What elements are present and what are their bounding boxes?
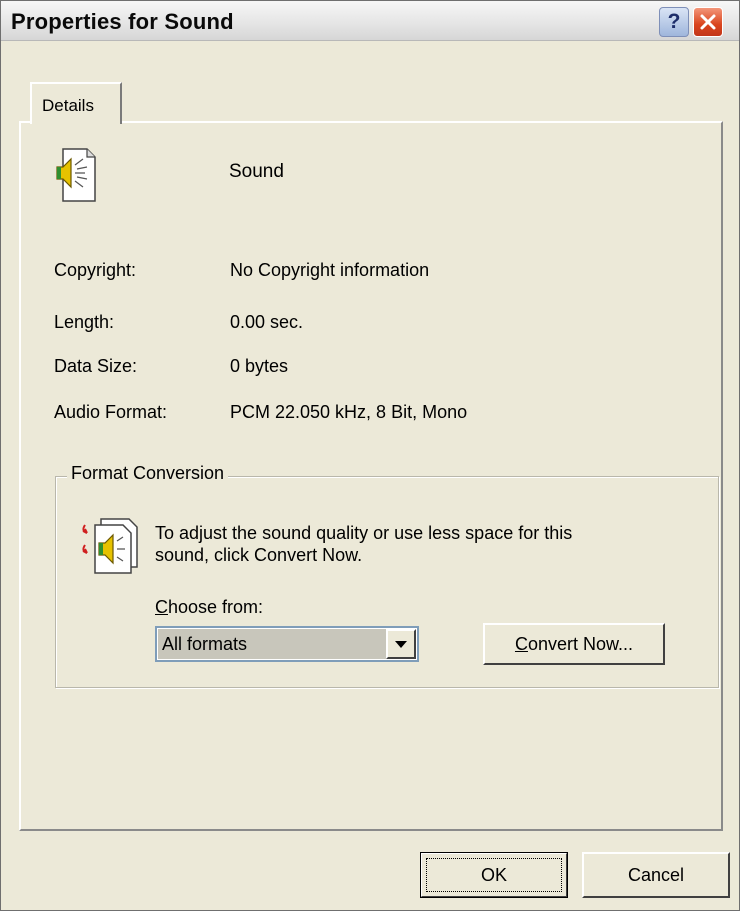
- conversion-description: To adjust the sound quality or use less …: [155, 523, 573, 565]
- cancel-button[interactable]: Cancel: [582, 852, 730, 898]
- question-icon: ?: [667, 10, 681, 33]
- choose-from-label: Choose from:: [155, 597, 264, 617]
- audio-format-label: Audio Format:: [54, 402, 168, 422]
- file-name: Sound: [229, 161, 284, 182]
- convert-now-button[interactable]: Convert Now...: [483, 623, 665, 665]
- data-size-label: Data Size:: [54, 356, 138, 376]
- sound-file-icon: [56, 148, 96, 202]
- copyright-value: No Copyright information: [230, 260, 430, 280]
- copyright-label: Copyright:: [54, 260, 137, 280]
- format-select-value: All formats: [158, 629, 386, 659]
- help-button[interactable]: ?: [659, 7, 689, 37]
- chevron-down-icon: [395, 640, 407, 648]
- tab-details[interactable]: Details: [30, 82, 122, 124]
- dropdown-button[interactable]: [386, 629, 416, 659]
- window-title: Properties for Sound: [11, 9, 234, 34]
- close-button[interactable]: [693, 7, 723, 37]
- length-value: 0.00 sec.: [230, 312, 304, 332]
- close-icon: [700, 14, 716, 30]
- format-conversion-legend: Format Conversion: [67, 463, 229, 484]
- audio-format-value: PCM 22.050 kHz, 8 Bit, Mono: [230, 402, 468, 422]
- convert-sound-icon: [82, 518, 138, 574]
- format-select[interactable]: All formats: [155, 626, 419, 662]
- tab-details-label: Details: [42, 96, 94, 115]
- data-size-value: 0 bytes: [230, 356, 289, 376]
- ok-button[interactable]: OK: [420, 852, 568, 898]
- length-label: Length:: [54, 312, 115, 332]
- title-bar[interactable]: Properties for Sound ?: [1, 1, 739, 41]
- properties-dialog: Properties for Sound ? Details Sound Cop…: [0, 0, 740, 911]
